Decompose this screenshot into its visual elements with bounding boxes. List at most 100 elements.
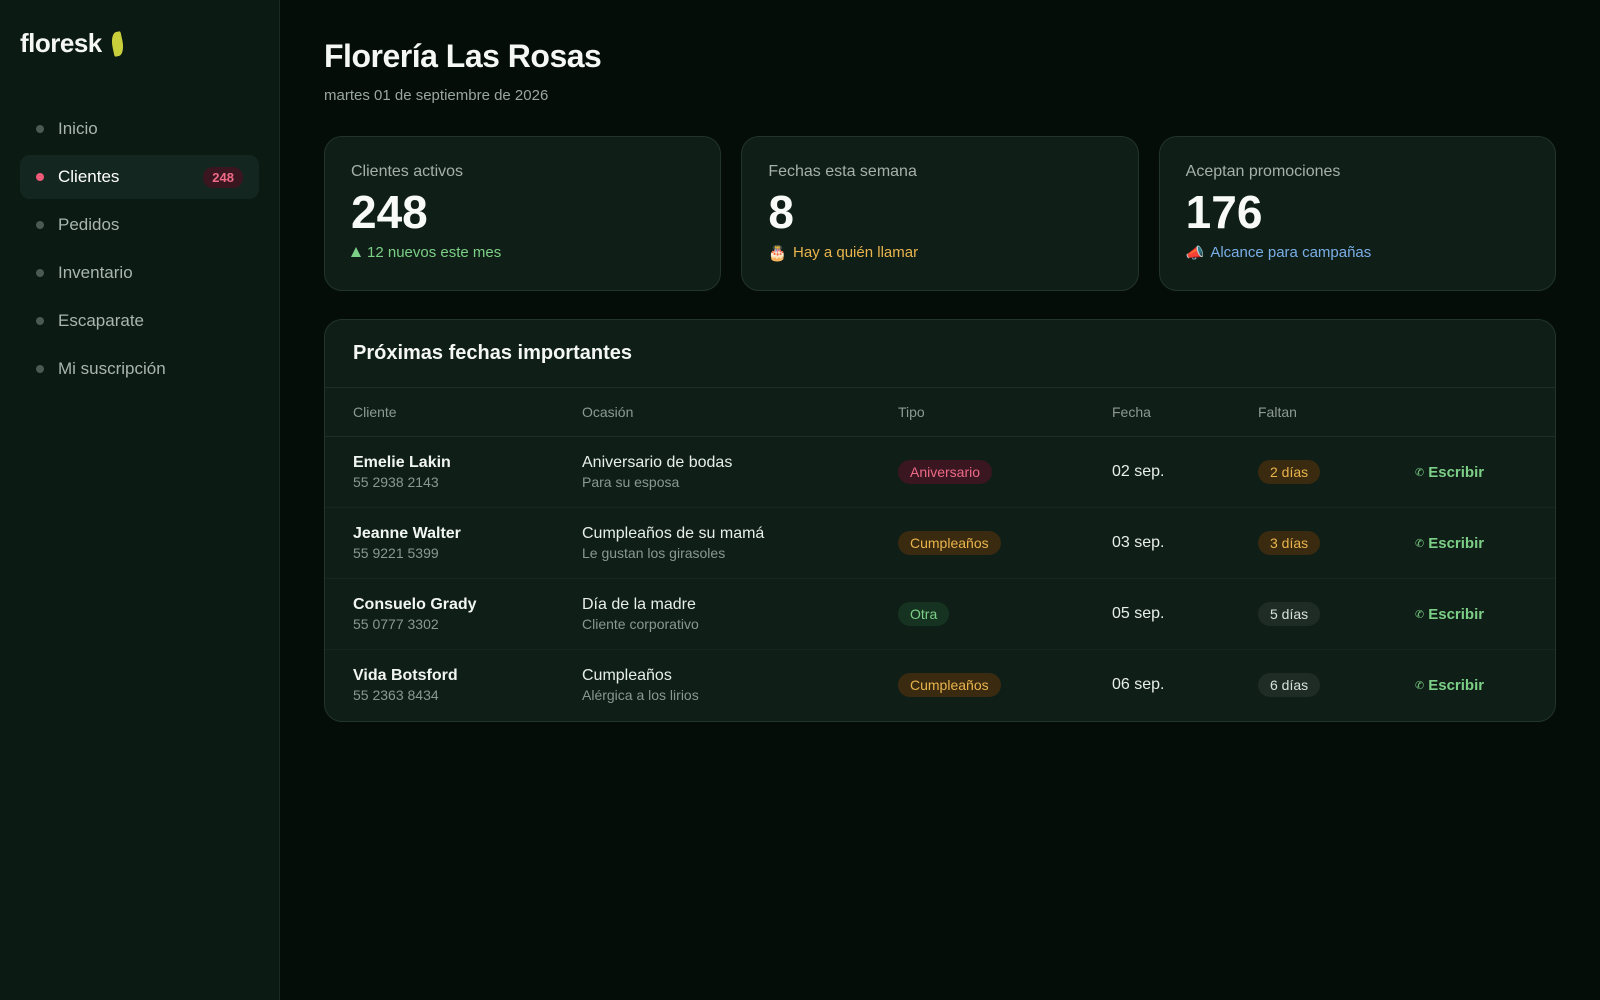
dot-icon: [36, 269, 44, 277]
date-cell: 02 sep.: [1112, 436, 1258, 508]
column-header[interactable]: Ocasión: [582, 388, 898, 437]
stat-note-text: Alcance para campañas: [1210, 244, 1372, 262]
write-button-label: Escribir: [1428, 535, 1485, 552]
stat-card-promociones: Aceptan promociones 176 📣 Alcance para c…: [1158, 136, 1556, 291]
write-button-label: Escribir: [1428, 677, 1485, 695]
column-header[interactable]: Tipo: [898, 388, 1112, 437]
panel-title: Próximas fechas importantes: [353, 342, 632, 364]
phone-icon: ✆: [1415, 609, 1425, 621]
action-cell: ✆ Escribir: [1415, 650, 1555, 721]
stat-label: Clientes activos: [351, 163, 464, 180]
type-badge: Otra: [898, 602, 950, 626]
action-cell: ✆ Escribir: [1415, 436, 1555, 508]
action-cell: ✆ Escribir: [1415, 507, 1555, 579]
action-cell: ✆ Escribir: [1415, 578, 1555, 650]
stat-label: Fechas esta semana: [768, 163, 917, 180]
stat-value: 176: [1185, 186, 1263, 238]
date-cell: 06 sep.: [1112, 676, 1165, 694]
remaining-badge: 6 días: [1258, 673, 1321, 698]
page-date: martes 01 de septiembre de 2026: [324, 87, 549, 104]
sidebar-item-label: Escaparate: [58, 311, 144, 330]
sidebar-item-inventario[interactable]: Inventario: [20, 251, 259, 295]
remaining-cell: 5 días: [1258, 578, 1415, 650]
client-cell: Consuelo Grady 55 0777 3302: [325, 578, 582, 650]
sidebar-item-escaparate[interactable]: Escaparate: [20, 299, 259, 343]
stats-row: Clientes activos 248 12 nuevos este mes …: [324, 136, 1556, 291]
type-cell: Cumpleaños: [898, 507, 1112, 579]
client-phone: 55 9221 5399: [353, 545, 439, 561]
upcoming-dates-panel: Próximas fechas importantes Cliente Ocas…: [324, 319, 1556, 722]
stat-value: 8: [768, 186, 794, 238]
column-header[interactable]: Cliente: [325, 388, 582, 437]
occasion: Cumpleaños de su mamá: [582, 525, 765, 542]
dot-icon: [36, 365, 44, 373]
column-header[interactable]: Faltan: [1258, 388, 1415, 437]
column-header: [1415, 388, 1555, 437]
phone-icon: ✆: [1415, 538, 1425, 550]
sidebar: floresk Inicio Clientes 248 Pedidos Inve…: [0, 0, 280, 1000]
remaining-badge: 3 días: [1258, 531, 1321, 555]
dot-icon: [36, 317, 44, 325]
stat-note-text: 12 nuevos este mes: [367, 243, 502, 261]
remaining-cell: 2 días: [1258, 436, 1415, 508]
occasion-cell: Aniversario de bodas Para su esposa: [582, 436, 898, 508]
panel-header: Próximas fechas importantes: [325, 320, 1555, 388]
write-button[interactable]: ✆ Escribir: [1415, 464, 1484, 481]
cake-icon: 🎂: [768, 244, 788, 262]
occasion: Cumpleaños: [582, 667, 672, 685]
occasion-cell: Cumpleaños de su mamá Le gustan los gira…: [582, 507, 898, 579]
write-button[interactable]: ✆ Escribir: [1415, 535, 1484, 552]
stat-card-fechas-semana: Fechas esta semana 8 🎂 Hay a quién llama…: [741, 136, 1139, 291]
sidebar-item-label: Mi suscripción: [58, 359, 166, 378]
date-cell: 05 sep.: [1112, 578, 1258, 650]
remaining-cell: 6 días: [1258, 650, 1415, 721]
stat-note-text: Hay a quién llamar: [793, 244, 919, 262]
client-cell: Emelie Lakin 55 2938 2143: [325, 436, 582, 508]
table-row[interactable]: Consuelo Grady 55 0777 3302 Día de la ma…: [325, 578, 1555, 650]
write-button-label: Escribir: [1428, 464, 1485, 481]
dot-icon: [36, 173, 44, 181]
stat-value: 248: [351, 186, 428, 238]
type-badge: Cumpleaños: [898, 531, 1001, 555]
write-button[interactable]: ✆ Escribir: [1415, 677, 1484, 694]
occasion-note: Alérgica a los lirios: [582, 687, 699, 704]
date-cell: 03 sep.: [1112, 507, 1258, 579]
column-header[interactable]: Fecha: [1112, 388, 1258, 437]
client-name: Vida Botsford: [353, 667, 458, 685]
stat-card-clientes-activos: Clientes activos 248 12 nuevos este mes: [324, 136, 722, 291]
remaining-cell: 3 días: [1258, 507, 1415, 579]
table-row[interactable]: Vida Botsford 55 2363 8434 Cumpleaños Al…: [325, 650, 1555, 721]
sidebar-item-inicio[interactable]: Inicio: [20, 107, 259, 151]
occasion-note: Cliente corporativo: [582, 616, 699, 632]
occasion-note: Le gustan los girasoles: [582, 545, 726, 561]
trend-up-icon: [351, 247, 361, 258]
sidebar-item-clientes[interactable]: Clientes 248: [20, 155, 259, 199]
type-badge: Cumpleaños: [898, 673, 1001, 698]
logo[interactable]: floresk: [20, 28, 259, 59]
client-cell: Jeanne Walter 55 9221 5399: [325, 507, 582, 579]
table-row[interactable]: Emelie Lakin 55 2938 2143 Aniversario de…: [325, 436, 1555, 508]
client-phone: 55 2938 2143: [353, 474, 439, 490]
phone-icon: ✆: [1415, 680, 1425, 693]
type-cell: Otra: [898, 578, 1112, 650]
write-button[interactable]: ✆ Escribir: [1415, 606, 1484, 623]
occasion: Aniversario de bodas: [582, 454, 733, 471]
remaining-badge: 2 días: [1258, 460, 1321, 484]
sidebar-item-pedidos[interactable]: Pedidos: [20, 203, 259, 247]
stat-note: 📣 Alcance para campañas: [1186, 244, 1529, 262]
client-phone: 55 0777 3302: [353, 616, 439, 632]
type-cell: Cumpleaños: [898, 650, 1112, 721]
logo-text: floresk: [20, 28, 102, 58]
client-phone: 55 2363 8434: [353, 687, 439, 704]
client-name: Jeanne Walter: [353, 525, 461, 542]
type-badge: Aniversario: [898, 460, 993, 484]
stat-note: 12 nuevos este mes: [351, 244, 694, 261]
sidebar-item-suscripcion[interactable]: Mi suscripción: [20, 347, 259, 391]
dot-icon: [36, 125, 44, 133]
table-row[interactable]: Jeanne Walter 55 9221 5399 Cumpleaños de…: [325, 507, 1555, 579]
occasion-note: Para su esposa: [582, 474, 680, 490]
type-cell: Aniversario: [898, 436, 1112, 508]
write-button-label: Escribir: [1428, 606, 1485, 623]
page-title: Florería Las Rosas: [324, 38, 602, 74]
occasion-cell: Cumpleaños Alérgica a los lirios: [582, 650, 898, 721]
